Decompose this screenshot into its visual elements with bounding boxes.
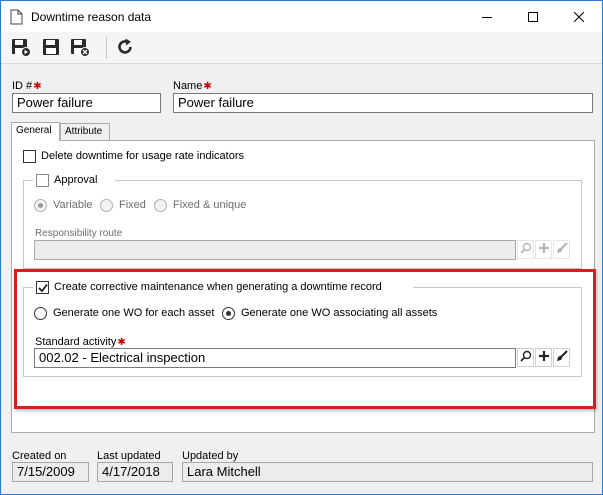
radio-fixed-unique-label: Fixed & unique: [173, 199, 247, 211]
toolbar-separator: [106, 37, 107, 59]
tab-general-label: General: [16, 125, 52, 136]
maximize-icon: [528, 11, 538, 22]
search-icon: [519, 350, 532, 365]
created-on-field: 7/15/2009: [12, 462, 89, 482]
refresh-button[interactable]: [114, 37, 136, 59]
delete-downtime-label: Delete downtime for usage rate indicator…: [41, 150, 244, 162]
radio-fixed-unique[interactable]: [154, 199, 167, 212]
radio-wo-each-asset[interactable]: [34, 307, 47, 320]
save-new-icon: [11, 37, 31, 60]
close-button[interactable]: [556, 1, 602, 32]
corrective-maintenance-checkbox[interactable]: [36, 281, 49, 294]
search-icon: [519, 242, 532, 257]
radio-variable-label: Variable: [53, 199, 93, 211]
responsibility-route-add-button[interactable]: [535, 240, 552, 259]
created-on-label: Created on: [12, 450, 67, 462]
eraser-icon: [556, 350, 568, 365]
id-field[interactable]: Power failure: [12, 93, 161, 113]
refresh-icon: [115, 37, 135, 60]
add-icon: [538, 351, 549, 364]
save-close-button[interactable]: [69, 37, 91, 59]
responsibility-route-field[interactable]: [34, 240, 516, 260]
radio-wo-each-asset-label: Generate one WO for each asset: [53, 307, 215, 319]
document-icon: [10, 9, 23, 25]
minimize-icon: [482, 12, 492, 22]
responsibility-route-clear-button[interactable]: [553, 240, 570, 259]
standard-activity-label: Standard activity✱: [35, 336, 126, 348]
radio-variable[interactable]: [34, 199, 47, 212]
radio-fixed-label: Fixed: [119, 199, 146, 211]
required-marker-icon: ✱: [203, 81, 212, 92]
maximize-button[interactable]: [510, 1, 556, 32]
save-new-button[interactable]: [10, 37, 32, 59]
downtime-reason-window: Downtime reason data ID #✱ Power failure…: [0, 0, 603, 495]
last-updated-label: Last updated: [97, 450, 161, 462]
required-marker-icon: ✱: [33, 81, 42, 92]
radio-wo-all-assets[interactable]: [222, 307, 235, 320]
id-label: ID #✱: [12, 80, 42, 92]
corrective-maintenance-legend: Create corrective maintenance when gener…: [33, 280, 413, 296]
window-title: Downtime reason data: [31, 10, 152, 24]
general-panel: Delete downtime for usage rate indicator…: [11, 140, 595, 433]
last-updated-field: 4/17/2018: [97, 462, 173, 482]
corrective-maintenance-label: Create corrective maintenance when gener…: [54, 281, 382, 293]
approval-legend: Approval: [33, 173, 115, 189]
save-button[interactable]: [40, 37, 62, 59]
responsibility-route-search-button[interactable]: [517, 240, 534, 259]
updated-by-label: Updated by: [182, 450, 239, 462]
approval-checkbox[interactable]: [36, 174, 49, 187]
toolbar: [1, 32, 602, 64]
radio-fixed[interactable]: [100, 199, 113, 212]
tab-general[interactable]: General: [11, 122, 60, 141]
tab-attribute-label: Attribute: [65, 126, 103, 137]
name-field[interactable]: Power failure: [173, 93, 593, 113]
standard-activity-add-button[interactable]: [535, 348, 552, 367]
save-close-icon: [70, 37, 90, 60]
title-bar: Downtime reason data: [1, 1, 602, 32]
delete-downtime-checkbox[interactable]: [23, 150, 36, 163]
eraser-icon: [556, 242, 568, 257]
approval-label: Approval: [54, 174, 98, 186]
standard-activity-field[interactable]: 002.02 - Electrical inspection: [34, 348, 516, 368]
add-icon: [538, 243, 549, 256]
standard-activity-clear-button[interactable]: [553, 348, 570, 367]
tab-attribute[interactable]: Attribute: [60, 123, 110, 141]
radio-wo-all-assets-label: Generate one WO associating all assets: [241, 307, 438, 319]
minimize-button[interactable]: [464, 1, 510, 32]
responsibility-route-label: Responsibility route: [35, 228, 123, 239]
standard-activity-search-button[interactable]: [517, 348, 534, 367]
close-icon: [574, 11, 584, 22]
required-marker-icon: ✱: [117, 337, 126, 348]
save-icon: [41, 37, 61, 60]
name-label: Name✱: [173, 80, 212, 92]
updated-by-field: Lara Mitchell: [182, 462, 593, 482]
